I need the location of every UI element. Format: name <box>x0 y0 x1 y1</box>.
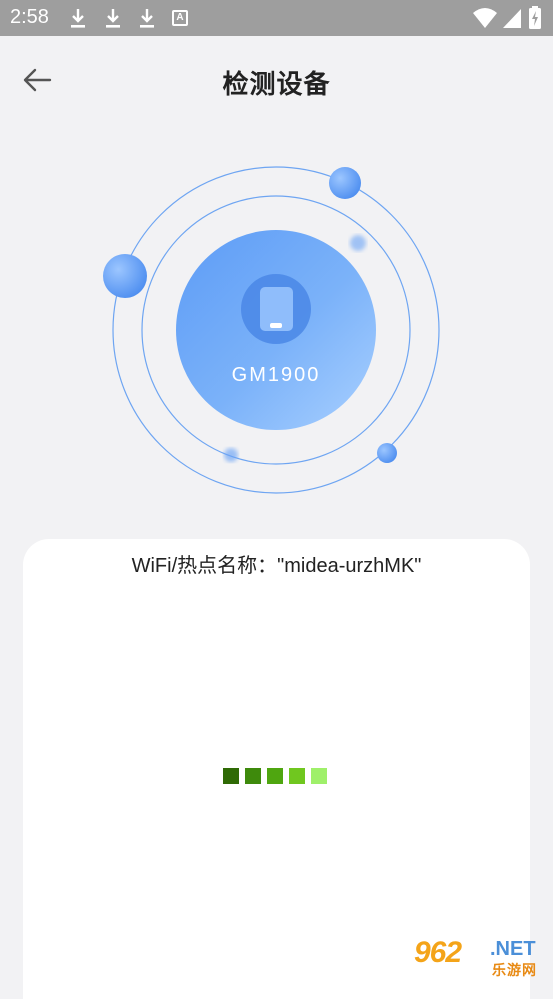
orbit-ball <box>377 443 397 463</box>
loading-square <box>245 768 261 784</box>
signal-icon <box>503 9 521 28</box>
status-time: 2:58 <box>10 6 49 28</box>
orbit-ball-blurred <box>224 448 238 462</box>
loading-square <box>311 768 327 784</box>
download-icon <box>140 9 154 28</box>
device-radar-illustration: GM1900 <box>103 166 440 494</box>
watermark-main-text: 962 <box>414 936 462 969</box>
watermark-suffix: .NET <box>490 938 536 960</box>
wifi-icon <box>473 8 497 28</box>
orbit-ball-blurred <box>350 235 366 251</box>
a-notification-icon: A <box>172 10 188 26</box>
device-name: GM1900 <box>232 364 321 386</box>
orbit-ball <box>103 254 147 298</box>
top-navigation-bar: 检测设备 <box>0 36 553 124</box>
connection-panel: WiFi/热点名称："midea-urzhMK" <box>23 539 530 999</box>
download-icon <box>106 9 120 28</box>
loading-indicator <box>223 768 333 786</box>
watermark-sub-text: 乐游网 <box>492 962 537 978</box>
page-title: 检测设备 <box>222 69 331 99</box>
status-bar: 2:58 A <box>0 0 553 36</box>
download-icon <box>71 9 85 28</box>
watermark-logo: 962 .NET 乐游网 <box>414 936 548 980</box>
loading-square <box>267 768 283 784</box>
loading-square <box>223 768 239 784</box>
orbit-ball <box>329 167 361 199</box>
loading-square <box>289 768 305 784</box>
phone-icon <box>260 287 293 331</box>
wifi-hotspot-name: WiFi/热点名称："midea-urzhMK" <box>131 555 422 577</box>
battery-charging-icon <box>529 6 541 29</box>
